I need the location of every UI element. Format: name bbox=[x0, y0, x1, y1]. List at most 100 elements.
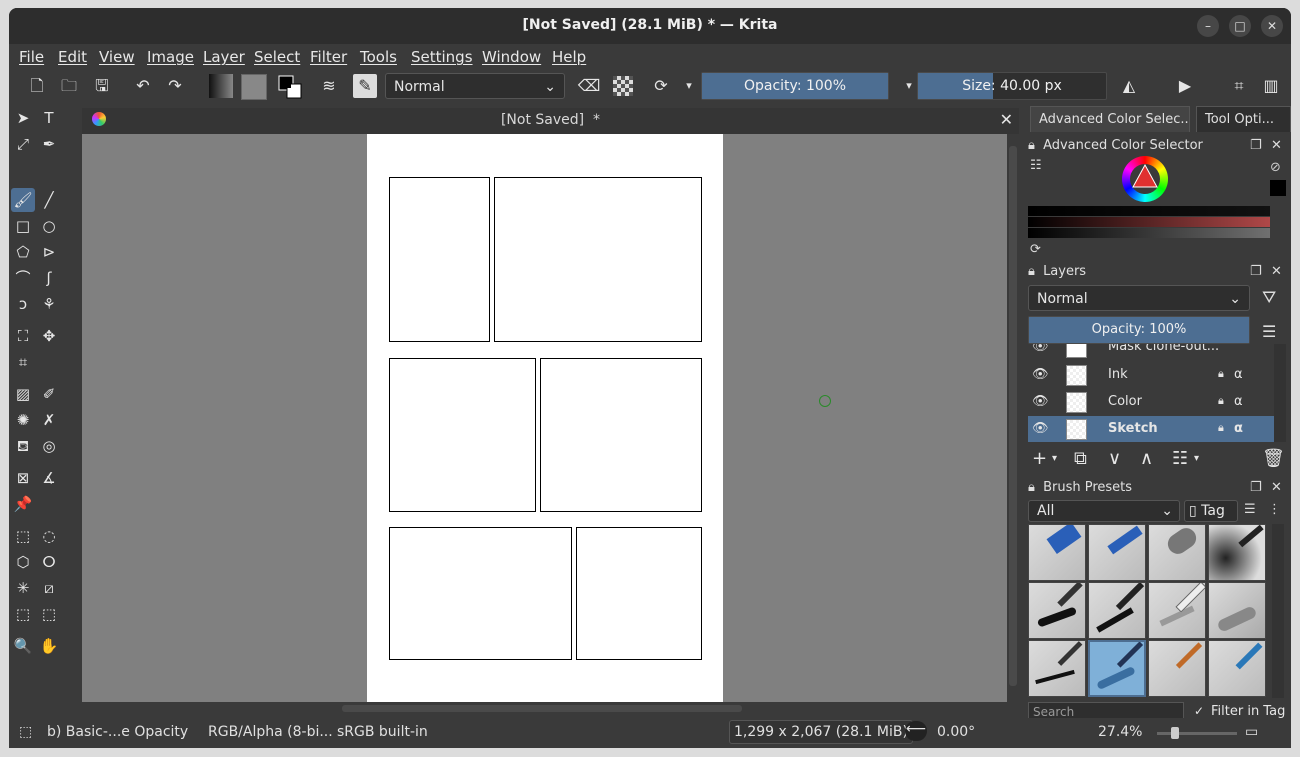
menu-view[interactable]: View bbox=[99, 48, 135, 66]
eye-icon[interactable]: 👁︎ bbox=[1032, 421, 1049, 436]
dynamic-brush-tool-icon[interactable]: ↄ bbox=[11, 292, 35, 316]
menu-layer[interactable]: Layer bbox=[203, 48, 245, 66]
tab-tool-options[interactable]: Tool Opti... bbox=[1196, 106, 1291, 132]
smart-patch-tool-icon[interactable]: ✺ bbox=[11, 408, 35, 432]
tab-advanced-color-selector[interactable]: Advanced Color Selec... bbox=[1030, 106, 1190, 132]
brush-preset[interactable] bbox=[1208, 640, 1266, 697]
refresh-icon[interactable]: ⟳ bbox=[1030, 242, 1041, 257]
close-document-icon[interactable]: ✕ bbox=[1000, 110, 1013, 129]
transform-tool-icon[interactable]: ⛶ bbox=[11, 324, 35, 348]
save-icon[interactable]: 🖫 bbox=[90, 74, 114, 98]
layer-row-selected[interactable]: 👁︎ Sketch 🔒︎ α bbox=[1028, 416, 1286, 442]
layer-row[interactable]: 👁︎ Color 🔒︎ α bbox=[1028, 389, 1286, 415]
brush-preset[interactable] bbox=[1208, 582, 1266, 639]
pattern-swatch-icon[interactable] bbox=[241, 74, 267, 100]
float-dock-icon[interactable]: ❐ bbox=[1250, 138, 1262, 153]
rotation-icon[interactable]: ⟵ bbox=[905, 721, 927, 741]
brush-preset[interactable] bbox=[1208, 524, 1266, 581]
brush-tag-filter-combo[interactable]: All ⌄ bbox=[1028, 500, 1180, 522]
reference-images-tool-icon[interactable]: 📌 bbox=[11, 492, 35, 516]
shade-bar[interactable] bbox=[1028, 206, 1270, 216]
menu-window[interactable]: Window bbox=[482, 48, 541, 66]
layer-opacity-slider[interactable]: Opacity: 100% bbox=[1028, 316, 1250, 344]
bezier-select-tool-icon[interactable]: ⬚ bbox=[11, 602, 35, 626]
layer-row[interactable]: 👁︎ Ink 🔒︎ α bbox=[1028, 362, 1286, 388]
view-mode-icon[interactable]: ☰ bbox=[1244, 502, 1256, 517]
eye-icon[interactable]: 👁︎ bbox=[1032, 367, 1049, 382]
size-slider[interactable]: Size: 40.00 px bbox=[917, 72, 1107, 100]
brush-preset[interactable] bbox=[1028, 582, 1086, 639]
menu-help[interactable]: Help bbox=[552, 48, 586, 66]
opacity-slider[interactable]: Opacity: 100% bbox=[701, 72, 889, 100]
menu-image[interactable]: Image bbox=[147, 48, 194, 66]
rect-select-tool-icon[interactable]: ⬚ bbox=[11, 524, 35, 548]
canvas[interactable] bbox=[82, 134, 1007, 702]
assistant-tool-icon[interactable]: ⊠ bbox=[11, 466, 35, 490]
float-dock-icon[interactable]: ❐ bbox=[1250, 480, 1262, 495]
polygon-tool-icon[interactable]: ⬠ bbox=[11, 240, 35, 264]
line-tool-icon[interactable]: ╱ bbox=[37, 188, 61, 212]
color-wheel[interactable] bbox=[1122, 156, 1168, 202]
eye-icon[interactable]: 👁︎ bbox=[1032, 394, 1049, 409]
alpha-inherit-icon[interactable]: α bbox=[1234, 421, 1243, 436]
alpha-inherit-icon[interactable]: α bbox=[1234, 367, 1243, 382]
menu-filter[interactable]: Filter bbox=[310, 48, 347, 66]
pan-tool-icon[interactable]: ✋ bbox=[37, 634, 61, 658]
float-dock-icon[interactable]: ❐ bbox=[1250, 264, 1262, 279]
brush-preset[interactable] bbox=[1088, 582, 1146, 639]
delete-layer-icon[interactable]: 🗑︎ bbox=[1262, 448, 1285, 469]
alpha-inherit-icon[interactable]: α bbox=[1234, 394, 1243, 409]
color-selector-settings-icon[interactable]: ☷ bbox=[1030, 158, 1042, 173]
mirror-vertical-icon[interactable]: ▶ bbox=[1173, 74, 1197, 98]
lock-icon[interactable]: 🔒︎ bbox=[1028, 264, 1035, 279]
layer-row[interactable]: 👁︎ Mask clone-out... bbox=[1028, 344, 1286, 360]
contiguous-select-tool-icon[interactable]: ✳ bbox=[11, 576, 35, 600]
freehand-brush-tool-icon[interactable]: 🖌 bbox=[11, 188, 35, 212]
open-folder-icon[interactable]: 🗀 bbox=[57, 74, 81, 98]
brush-preset-selected[interactable] bbox=[1088, 640, 1146, 697]
lock-icon[interactable]: 🔒︎ bbox=[1218, 394, 1224, 408]
chevron-down-icon[interactable]: ▾ bbox=[1194, 453, 1199, 464]
vertical-scroll-thumb[interactable] bbox=[1009, 146, 1017, 686]
eraser-icon[interactable]: ⌫ bbox=[577, 74, 601, 98]
zoom-slider-handle[interactable] bbox=[1171, 727, 1179, 739]
brush-preset[interactable] bbox=[1148, 524, 1206, 581]
menu-tools[interactable]: Tools bbox=[360, 48, 397, 66]
lock-icon[interactable]: 🔒︎ bbox=[1218, 421, 1224, 435]
freehand-path-tool-icon[interactable]: ʃ bbox=[37, 266, 61, 290]
lock-icon[interactable]: 🔒︎ bbox=[1028, 480, 1035, 495]
crop-wrap-icon[interactable]: ⌗ bbox=[1227, 74, 1251, 98]
filter-icon[interactable]: ⛛ bbox=[1262, 288, 1276, 308]
horizontal-scrollbar[interactable] bbox=[82, 702, 1007, 715]
move-layer-up-icon[interactable]: ∧ bbox=[1140, 448, 1153, 469]
layer-blend-mode-combo[interactable]: Normal ⌄ bbox=[1028, 285, 1250, 311]
brush-settings-icon[interactable]: ≋ bbox=[317, 74, 341, 98]
reload-preset-icon[interactable]: ⟳ bbox=[649, 74, 673, 98]
brush-preset-scrollbar[interactable] bbox=[1272, 524, 1284, 698]
current-color-swatch[interactable] bbox=[1270, 180, 1286, 196]
redo-icon[interactable]: ↷ bbox=[163, 74, 187, 98]
gradient-swatch-icon[interactable] bbox=[209, 74, 233, 98]
close-dock-icon[interactable]: ✕ bbox=[1271, 264, 1282, 279]
hamburger-menu-icon[interactable]: ☰ bbox=[1262, 322, 1276, 341]
move-layer-down-icon[interactable]: ∨ bbox=[1108, 448, 1121, 469]
new-document-icon[interactable]: 🗋 bbox=[25, 74, 49, 98]
vertical-scrollbar[interactable] bbox=[1007, 134, 1019, 702]
duplicate-layer-icon[interactable]: ⧉ bbox=[1074, 448, 1087, 469]
menu-edit[interactable]: Edit bbox=[58, 48, 87, 66]
menu-select[interactable]: Select bbox=[254, 48, 300, 66]
move-tool-icon[interactable]: ✥ bbox=[37, 324, 61, 348]
lock-icon[interactable]: 🔒︎ bbox=[1028, 138, 1035, 153]
eye-icon[interactable]: 👁︎ bbox=[1032, 344, 1049, 354]
polyline-tool-icon[interactable]: ⊳ bbox=[37, 240, 61, 264]
brush-preset-icon[interactable]: ✎ bbox=[353, 74, 377, 98]
mirror-horizontal-icon[interactable]: ◭ bbox=[1117, 74, 1141, 98]
lock-icon[interactable]: 🔒︎ bbox=[1218, 367, 1224, 381]
filter-in-tag-checkbox[interactable]: ✓ bbox=[1194, 704, 1204, 718]
brush-preset[interactable] bbox=[1148, 582, 1206, 639]
text-tool-icon[interactable]: T bbox=[37, 106, 61, 130]
horizontal-scroll-thumb[interactable] bbox=[342, 705, 742, 712]
undo-icon[interactable]: ↶ bbox=[131, 74, 155, 98]
blend-mode-combo[interactable]: Normal ⌄ bbox=[385, 73, 565, 99]
no-color-icon[interactable]: ⊘ bbox=[1270, 160, 1286, 176]
